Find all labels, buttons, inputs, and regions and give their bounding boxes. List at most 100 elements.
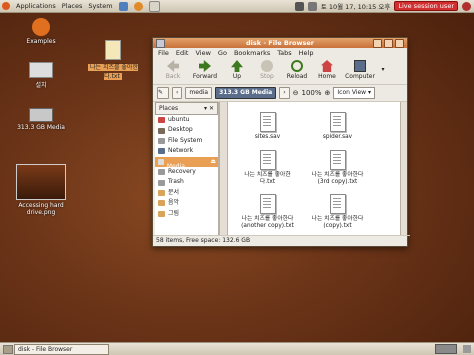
text-document-icon — [329, 194, 346, 214]
text-document-icon — [259, 112, 276, 132]
text-document-icon — [259, 194, 276, 214]
up-arrow-icon — [231, 60, 243, 72]
file-browser-window: disk - File Browser File Edit View Go Bo… — [152, 37, 410, 247]
maximize-icon[interactable] — [384, 39, 393, 48]
desktop-icon-media-drive[interactable]: 313.3 GB Media — [14, 108, 68, 131]
text-document-icon — [259, 150, 276, 170]
breadcrumb-current[interactable]: 313.3 GB Media — [215, 87, 277, 99]
computer-button[interactable]: Computer — [342, 58, 378, 80]
folder-icon — [158, 210, 165, 217]
user-switcher-button[interactable]: Live session user — [394, 1, 458, 11]
breadcrumb-back-button[interactable]: ‹ — [172, 87, 183, 99]
zoom-in-icon[interactable]: ⊕ — [325, 89, 331, 97]
volume-icon[interactable] — [307, 1, 317, 11]
network-icon[interactable] — [294, 1, 304, 11]
shutdown-icon[interactable] — [462, 1, 471, 11]
view-mode-select[interactable]: Icon View ▾ — [333, 87, 375, 99]
home-button[interactable]: Home — [312, 58, 342, 80]
file-view: sites.sav spider.sav 나는 치즈를 좋아한다.txt 나는 … — [227, 102, 407, 236]
window-title: disk - File Browser — [246, 39, 314, 47]
menu-view[interactable]: View — [195, 49, 210, 57]
drive-icon — [158, 158, 164, 165]
firefox-icon[interactable] — [133, 1, 143, 11]
computer-icon — [354, 60, 366, 72]
sidebar-item-desktop[interactable]: Desktop — [155, 125, 218, 135]
sidebar-scrollbar[interactable] — [219, 102, 227, 236]
breadcrumb-media[interactable]: media — [185, 87, 213, 99]
sidebar-item-filesystem[interactable]: File System — [155, 136, 218, 146]
toolbar: Back Forward Up Stop Reload Home Compute… — [153, 58, 407, 85]
file-item[interactable]: 나는 치즈를 좋아한다 (another copy).txt — [240, 194, 295, 229]
forward-arrow-icon — [199, 60, 211, 72]
workspace-switcher[interactable] — [435, 344, 457, 354]
help-icon[interactable] — [118, 1, 128, 11]
home-icon — [321, 60, 333, 72]
close-icon[interactable] — [395, 39, 404, 48]
reload-button[interactable]: Reload — [282, 58, 312, 80]
examples-icon — [32, 18, 50, 36]
menubar: File Edit View Go Bookmarks Tabs Help — [153, 48, 407, 58]
eject-icon[interactable]: ⏏ — [210, 157, 218, 167]
system-menu[interactable]: System — [88, 2, 112, 10]
window-titlebar[interactable]: disk - File Browser — [153, 38, 407, 48]
drive-icon — [29, 108, 53, 122]
sidebar-selector[interactable]: Places ▾ ✕ — [155, 102, 218, 115]
stop-icon — [261, 60, 273, 72]
menu-edit[interactable]: Edit — [176, 49, 189, 57]
desktop-icon-text-file[interactable]: 나는 치즈를 좋아한다.txt — [80, 40, 146, 80]
desktop-icon-screenshot[interactable]: Accessing hard drive.png — [8, 164, 74, 216]
menu-tabs[interactable]: Tabs — [277, 49, 291, 57]
zoom-out-icon[interactable]: ⊖ — [293, 89, 299, 97]
forward-button[interactable]: Forward — [188, 58, 222, 80]
back-button[interactable]: Back — [158, 58, 188, 80]
text-document-icon — [329, 150, 346, 170]
menu-help[interactable]: Help — [299, 49, 314, 57]
zoom-level: 100% — [301, 89, 322, 97]
window-menu-icon[interactable] — [156, 39, 165, 48]
places-sidebar: Places ▾ ✕ ubuntu Desktop File System Net… — [155, 102, 219, 236]
file-item[interactable]: 나는 치즈를 좋아한다 (3rd copy).txt — [310, 150, 365, 185]
show-desktop-icon[interactable] — [3, 344, 13, 354]
network-icon — [158, 148, 165, 155]
minimize-icon[interactable] — [373, 39, 382, 48]
sidebar-item-recovery[interactable]: Recovery — [155, 167, 218, 177]
places-menu[interactable]: Places — [62, 2, 83, 10]
top-panel: Applications Places System 토 10월 17, 10:… — [0, 0, 474, 13]
sidebar-item-pictures[interactable]: 그림 — [155, 209, 218, 219]
sidebar-item-media[interactable]: 313.3 GB Media ⏏ — [155, 152, 218, 170]
image-thumbnail-icon — [16, 164, 66, 200]
edit-location-button[interactable]: ✎ — [157, 87, 169, 99]
breadcrumb-forward-button[interactable]: › — [279, 87, 290, 99]
file-item[interactable]: 나는 치즈를 좋아한다 (copy).txt — [310, 194, 365, 229]
file-view-scrollbar[interactable] — [400, 102, 407, 236]
menu-bookmarks[interactable]: Bookmarks — [234, 49, 270, 57]
sidebar-item-trash[interactable]: Trash — [155, 177, 218, 187]
file-item[interactable]: sites.sav — [240, 112, 295, 141]
menu-go[interactable]: Go — [218, 49, 227, 57]
desktop-icon-install[interactable]: 설치 — [20, 62, 62, 89]
file-item[interactable]: 나는 치즈를 좋아한다.txt — [240, 150, 295, 185]
stop-button[interactable]: Stop — [252, 58, 282, 80]
desktop-folder-icon — [158, 127, 165, 134]
home-folder-icon — [158, 117, 165, 124]
drive-icon — [158, 169, 165, 176]
menu-file[interactable]: File — [158, 49, 169, 57]
back-arrow-icon — [167, 60, 179, 72]
text-file-icon — [105, 40, 121, 60]
up-button[interactable]: Up — [222, 58, 252, 80]
sidebar-item-documents[interactable]: 문서 — [155, 188, 218, 198]
sidebar-item-music[interactable]: 음악 — [155, 198, 218, 208]
mail-icon[interactable] — [148, 0, 160, 12]
bottom-panel: disk - File Browser — [0, 342, 474, 355]
clock[interactable]: 토 10월 17, 10:15 오후 — [321, 1, 391, 11]
ubuntu-logo-icon[interactable] — [2, 2, 10, 10]
file-item[interactable]: spider.sav — [310, 112, 365, 141]
taskbar-item-file-browser[interactable]: disk - File Browser — [14, 343, 109, 355]
folder-icon — [158, 189, 165, 196]
toolbar-overflow-button[interactable]: ▾ — [378, 58, 388, 73]
trash-icon[interactable] — [463, 345, 471, 353]
applications-menu[interactable]: Applications — [16, 2, 56, 10]
drive-icon — [158, 137, 165, 144]
desktop-icon-examples[interactable]: Examples — [20, 18, 62, 45]
sidebar-item-home[interactable]: ubuntu — [155, 115, 218, 125]
